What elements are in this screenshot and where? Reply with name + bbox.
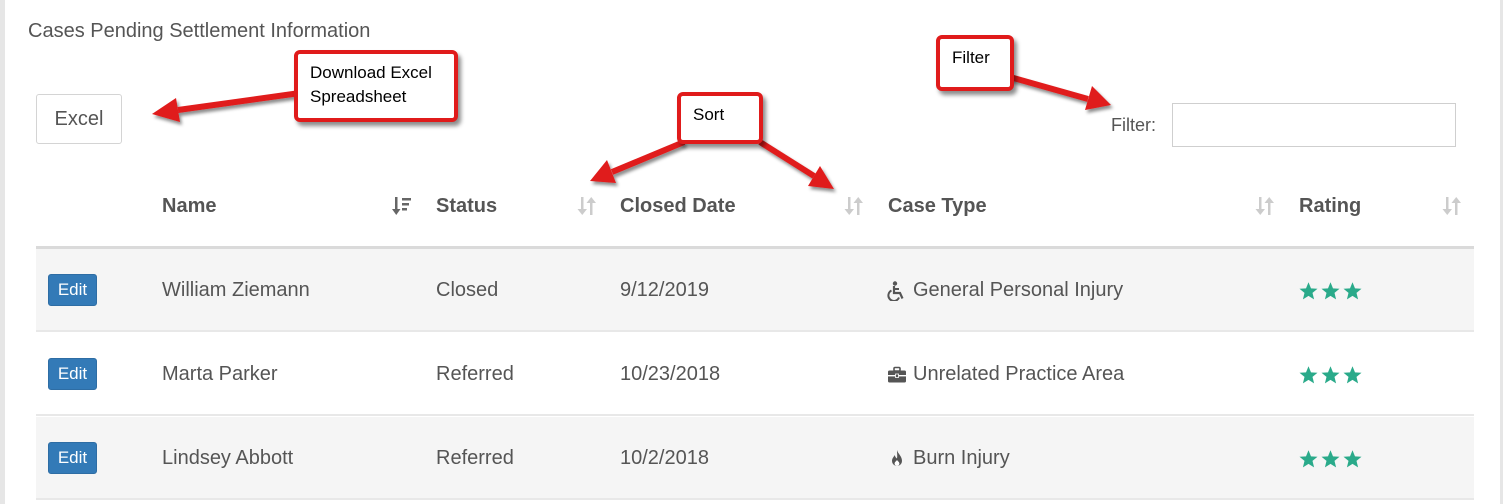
callout-sort: Sort — [677, 92, 763, 144]
case-type-cell: Burn Injury — [887, 447, 1010, 470]
sort-both-icon[interactable] — [843, 194, 865, 218]
closed-date-cell: 10/23/2018 — [620, 363, 721, 385]
name-cell: Marta Parker — [162, 363, 278, 385]
table-row: Edit Lindsey Abbott Referred 10/2/2018 B… — [36, 417, 1474, 500]
edit-button[interactable]: Edit — [48, 274, 97, 306]
table-row: Edit Marta Parker Referred 10/23/2018 Un… — [36, 333, 1474, 416]
callout-sort-label: Sort — [693, 105, 725, 124]
panel-left-border — [0, 0, 5, 504]
status-cell: Closed — [436, 279, 499, 301]
rating-stars — [1298, 281, 1364, 306]
callout-filter: Filter — [936, 35, 1014, 91]
case-type-label: Unrelated Practice Area — [913, 363, 1125, 385]
case-type-cell: General Personal Injury — [887, 279, 1123, 302]
filter-input[interactable] — [1172, 103, 1456, 147]
column-header-status[interactable]: Status — [436, 195, 497, 218]
status-cell: Referred — [436, 363, 514, 385]
star-icon — [1343, 366, 1362, 384]
fire-icon — [892, 449, 902, 466]
column-header-name[interactable]: Name — [162, 195, 216, 218]
star-icon — [1299, 450, 1318, 468]
star-icon — [1299, 366, 1318, 384]
name-cell: Lindsey Abbott — [162, 447, 294, 469]
edit-button[interactable]: Edit — [48, 358, 97, 390]
column-header-closed-date[interactable]: Closed Date — [620, 195, 736, 218]
rating-stars — [1298, 449, 1364, 474]
sort-desc-icon[interactable] — [391, 194, 413, 218]
panel-title: Cases Pending Settlement Information — [28, 20, 371, 42]
table-row: Edit William Ziemann Closed 9/12/2019 Ge… — [36, 249, 1474, 332]
arrow-to-status-sort — [610, 139, 686, 175]
column-header-case-type[interactable]: Case Type — [888, 195, 987, 218]
sort-both-icon[interactable] — [1441, 194, 1463, 218]
wheelchair-icon — [887, 280, 904, 301]
star-icon — [1299, 282, 1318, 300]
sort-both-icon[interactable] — [576, 194, 598, 218]
filter-label: Filter: — [1111, 115, 1156, 135]
sort-both-icon[interactable] — [1254, 194, 1276, 218]
edit-button[interactable]: Edit — [48, 442, 97, 474]
rating-stars — [1298, 365, 1364, 390]
star-icon — [1343, 450, 1362, 468]
arrow-to-filter — [1009, 74, 1089, 102]
case-type-label: General Personal Injury — [913, 279, 1124, 301]
arrow-to-excel — [177, 90, 301, 113]
column-header-rating[interactable]: Rating — [1299, 195, 1361, 218]
excel-export-button[interactable]: Excel — [36, 94, 122, 144]
star-icon — [1321, 282, 1340, 300]
status-cell: Referred — [436, 447, 514, 469]
callout-filter-label: Filter — [952, 48, 990, 67]
briefcase-icon — [888, 366, 906, 382]
callout-download-line-2: Spreadsheet — [310, 87, 407, 106]
star-icon — [1343, 282, 1362, 300]
callout-download-line-1: Download Excel — [310, 63, 432, 82]
arrow-to-date-sort — [758, 139, 816, 179]
case-type-label: Burn Injury — [913, 447, 1010, 469]
callout-download-excel: Download Excel Spreadsheet — [294, 50, 458, 122]
star-icon — [1321, 450, 1340, 468]
closed-date-cell: 9/12/2019 — [620, 279, 709, 301]
star-icon — [1321, 366, 1340, 384]
closed-date-cell: 10/2/2018 — [620, 447, 709, 469]
case-type-cell: Unrelated Practice Area — [887, 363, 1124, 386]
name-cell: William Ziemann — [162, 279, 310, 301]
